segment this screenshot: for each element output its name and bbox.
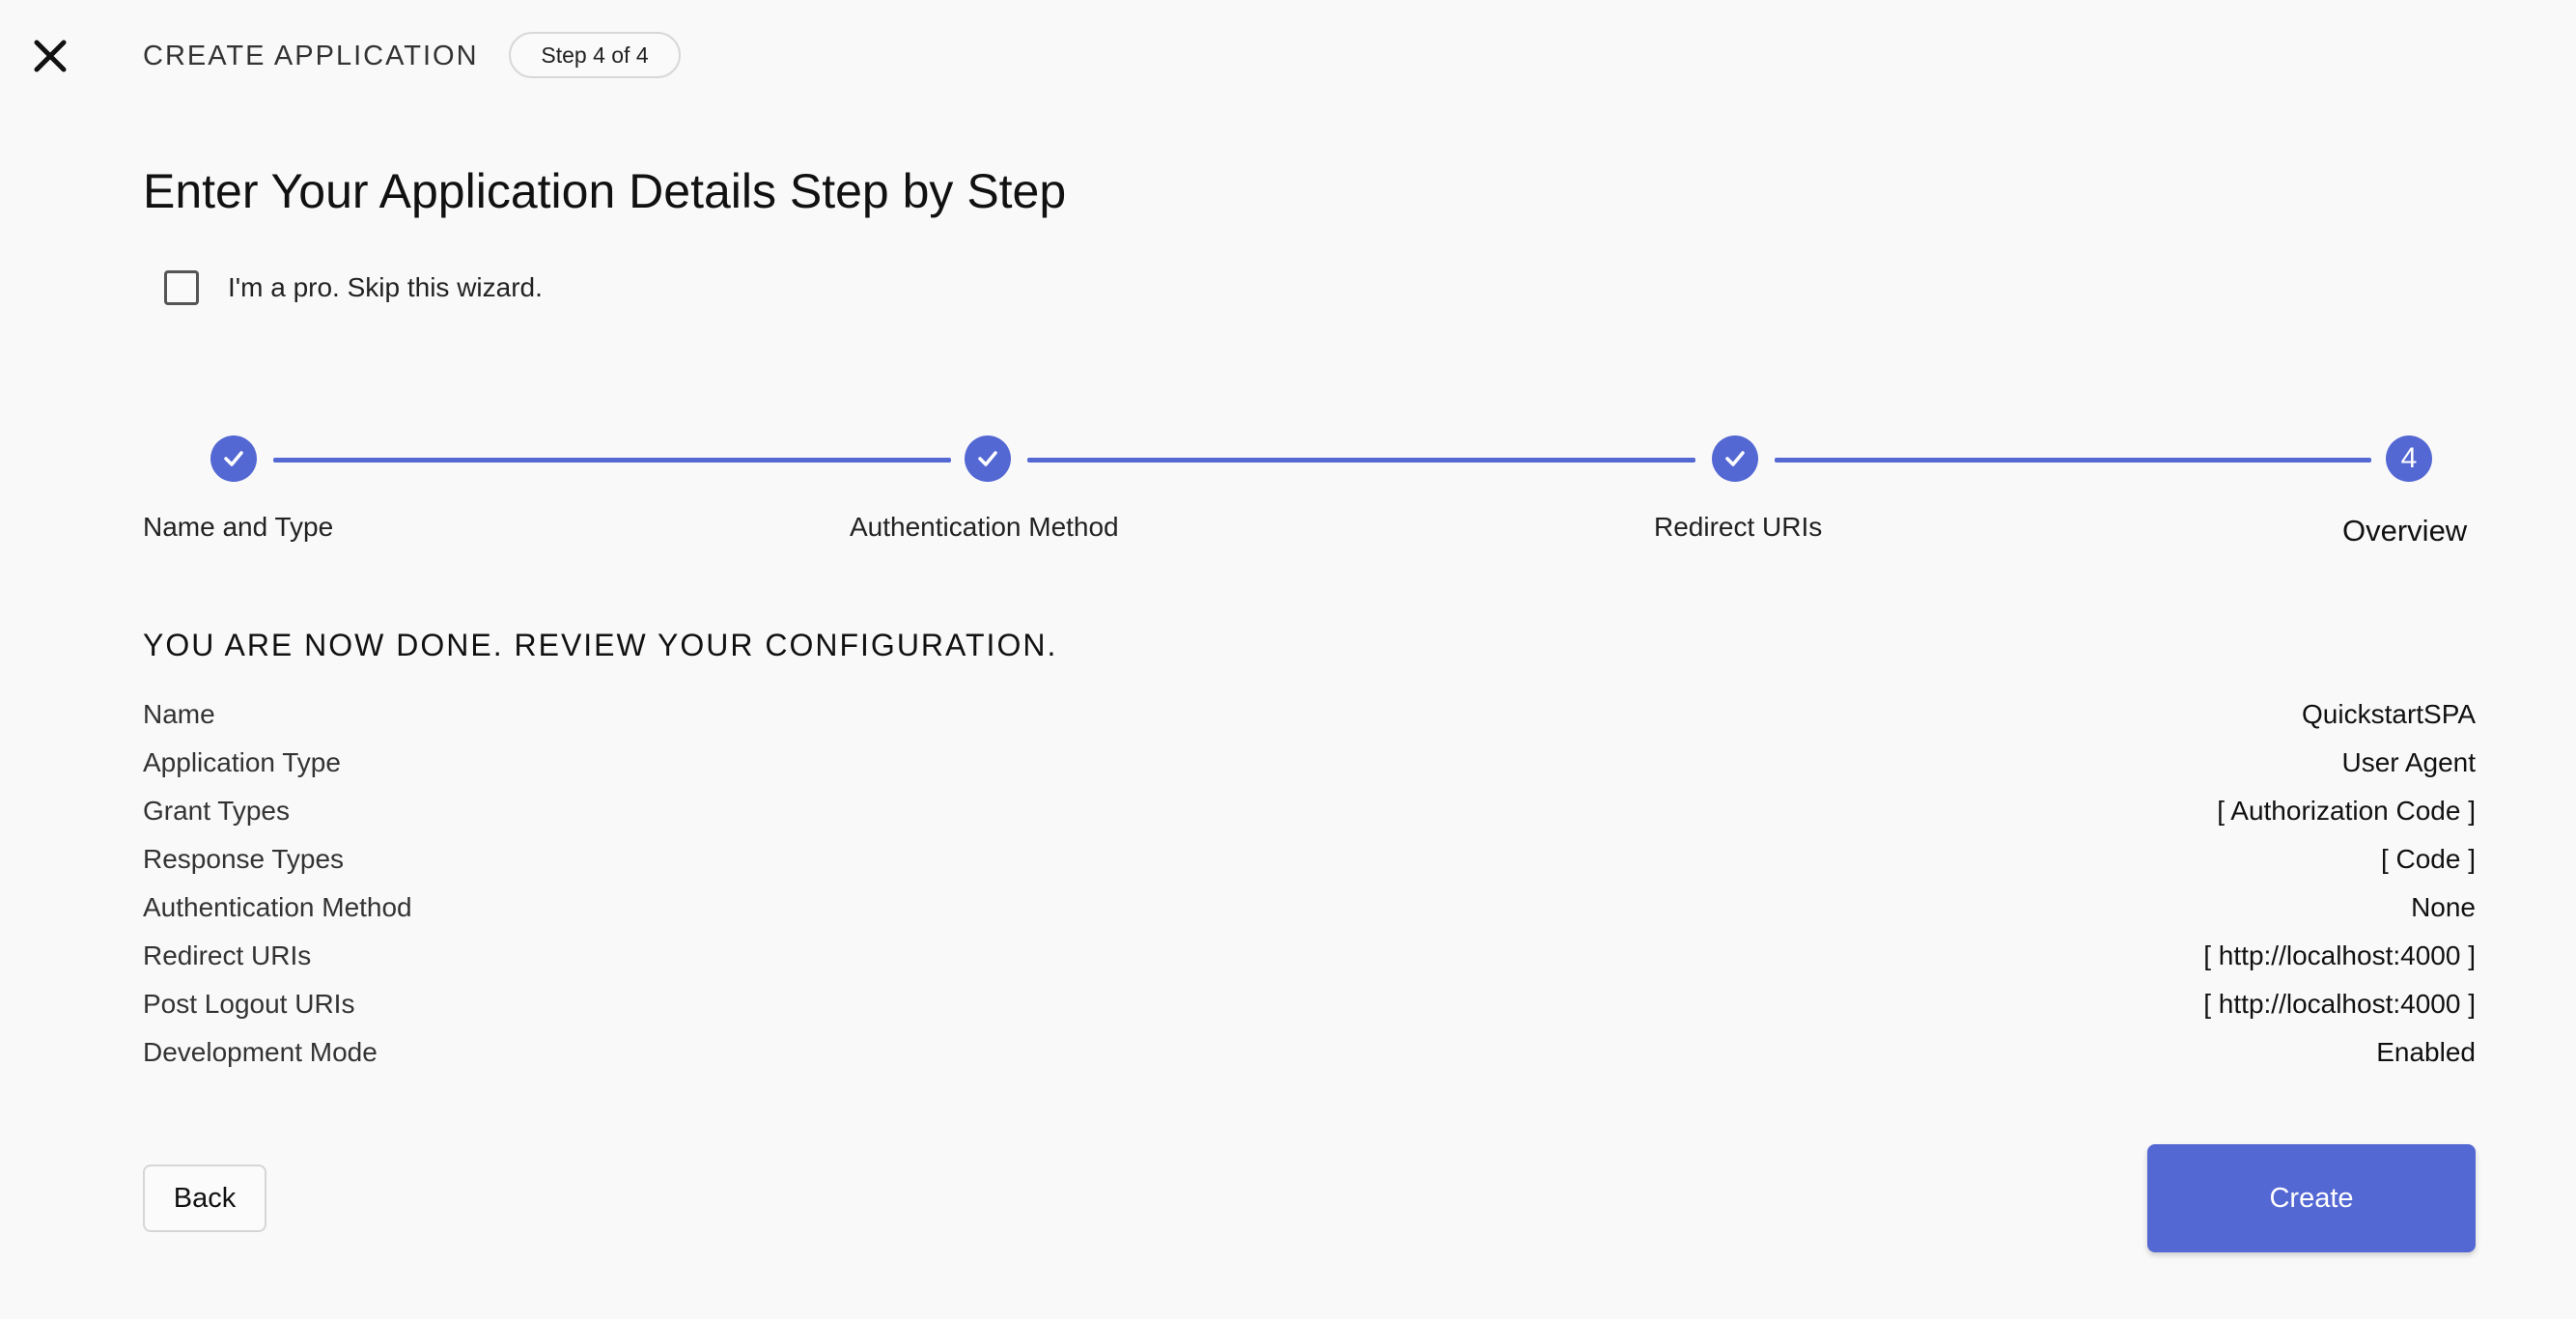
config-value: [ Authorization Code ] bbox=[2217, 796, 2476, 826]
config-key: Authentication Method bbox=[143, 892, 412, 922]
config-key: Development Mode bbox=[143, 1037, 378, 1067]
skip-wizard-label: I'm a pro. Skip this wizard. bbox=[228, 272, 543, 302]
create-application-page: CREATE APPLICATION Step 4 of 4 Enter You… bbox=[0, 0, 2576, 1319]
review-heading: YOU ARE NOW DONE. REVIEW YOUR CONFIGURAT… bbox=[143, 628, 1058, 662]
step-4-number: 4 bbox=[2400, 442, 2418, 474]
close-button[interactable] bbox=[29, 35, 71, 77]
step-connector bbox=[1775, 458, 2371, 463]
config-value: [ http://localhost:4000 ] bbox=[2203, 989, 2476, 1019]
close-icon bbox=[34, 40, 67, 72]
config-row: Authentication Method None bbox=[143, 884, 2476, 932]
config-value: None bbox=[2411, 892, 2476, 922]
step-4-indicator: 4 bbox=[2386, 435, 2432, 482]
back-button[interactable]: Back bbox=[143, 1165, 266, 1232]
config-row: Development Mode Enabled bbox=[143, 1028, 2476, 1077]
config-row: Grant Types [ Authorization Code ] bbox=[143, 787, 2476, 835]
step-label-authentication-method: Authentication Method bbox=[850, 512, 1119, 542]
step-connector bbox=[273, 458, 951, 463]
header-title: CREATE APPLICATION bbox=[143, 41, 479, 71]
config-value: [ Code ] bbox=[2380, 844, 2476, 874]
step-label-name-and-type: Name and Type bbox=[143, 512, 334, 542]
config-key: Name bbox=[143, 699, 215, 729]
config-value: User Agent bbox=[2341, 747, 2476, 777]
config-row: Name QuickstartSPA bbox=[143, 690, 2476, 739]
step-3-indicator bbox=[1712, 435, 1758, 482]
config-row: Response Types [ Code ] bbox=[143, 835, 2476, 884]
step-label-redirect-uris: Redirect URIs bbox=[1654, 512, 1823, 542]
config-key: Application Type bbox=[143, 747, 341, 777]
configuration-summary: Name QuickstartSPA Application Type User… bbox=[143, 690, 2476, 1077]
step-badge: Step 4 of 4 bbox=[509, 32, 681, 78]
config-value: QuickstartSPA bbox=[2302, 699, 2476, 729]
config-value: Enabled bbox=[2376, 1037, 2476, 1067]
step-1-indicator bbox=[210, 435, 257, 482]
config-value: [ http://localhost:4000 ] bbox=[2203, 940, 2476, 970]
step-connector bbox=[1027, 458, 1695, 463]
config-row: Application Type User Agent bbox=[143, 739, 2476, 787]
config-key: Grant Types bbox=[143, 796, 291, 826]
config-row: Redirect URIs [ http://localhost:4000 ] bbox=[143, 932, 2476, 980]
page-title: Enter Your Application Details Step by S… bbox=[143, 164, 1067, 218]
check-icon bbox=[224, 451, 243, 466]
skip-wizard-option[interactable]: I'm a pro. Skip this wizard. bbox=[164, 270, 543, 305]
config-row: Post Logout URIs [ http://localhost:4000… bbox=[143, 980, 2476, 1028]
check-icon bbox=[1725, 451, 1745, 466]
skip-wizard-checkbox[interactable] bbox=[164, 270, 199, 305]
check-icon bbox=[978, 451, 997, 466]
config-key: Redirect URIs bbox=[143, 940, 312, 970]
config-key: Post Logout URIs bbox=[143, 989, 355, 1019]
config-key: Response Types bbox=[143, 844, 345, 874]
create-button[interactable]: Create bbox=[2147, 1144, 2476, 1252]
step-2-indicator bbox=[965, 435, 1011, 482]
step-label-overview: Overview bbox=[2342, 514, 2468, 547]
